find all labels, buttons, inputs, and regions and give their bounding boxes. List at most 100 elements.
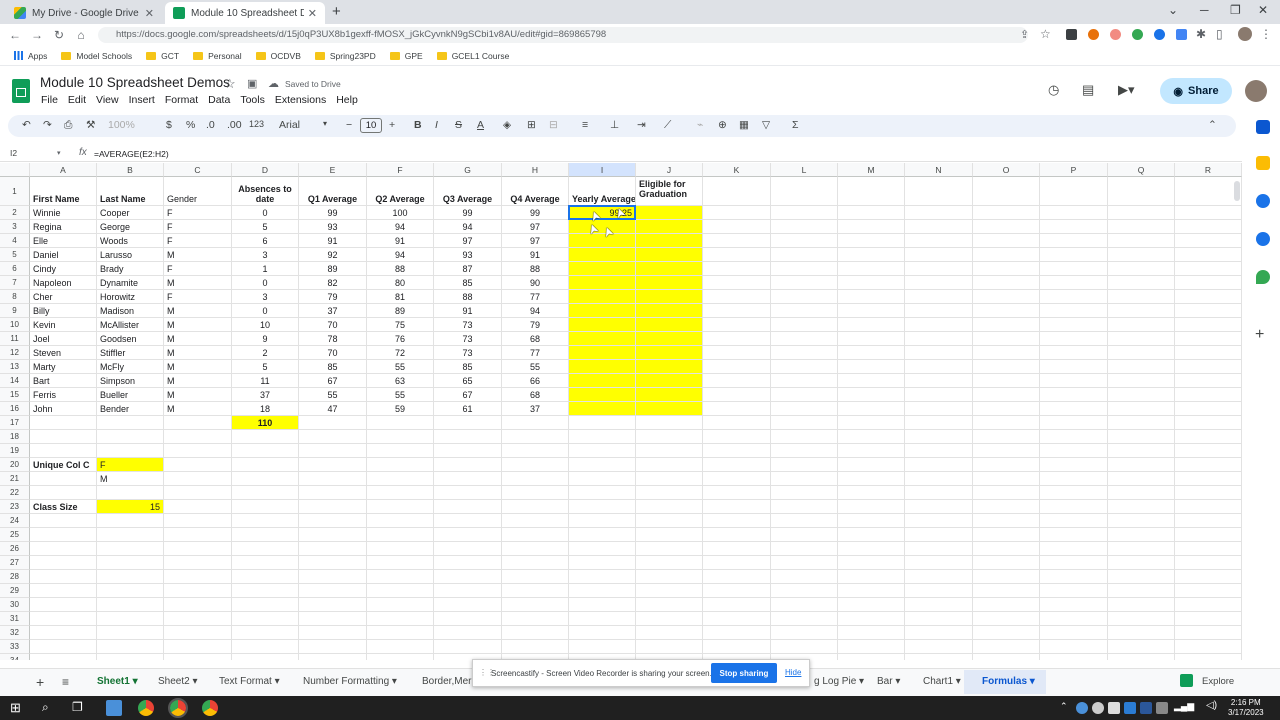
eligible-cell[interactable]: [636, 234, 703, 248]
sheet-tab-active[interactable]: Formulas ▾: [982, 676, 1035, 687]
grid-cell[interactable]: [1175, 654, 1242, 660]
grid-cell[interactable]: [771, 500, 838, 514]
tray-icon[interactable]: [1124, 702, 1136, 714]
bookmark-folder[interactable]: OCDVB: [255, 51, 301, 61]
grid-cell[interactable]: [232, 486, 299, 500]
row-header[interactable]: 33: [0, 640, 30, 654]
data-cell[interactable]: Dynamite: [97, 276, 164, 290]
column-header[interactable]: N: [905, 163, 973, 177]
data-cell[interactable]: Cooper: [97, 206, 164, 220]
data-cell[interactable]: 91: [299, 234, 367, 248]
column-header[interactable]: L: [771, 163, 838, 177]
grid-cell[interactable]: [838, 248, 905, 262]
grid-cell[interactable]: [905, 458, 973, 472]
task-view-icon[interactable]: ❐: [72, 700, 83, 714]
grid-cell[interactable]: [771, 514, 838, 528]
grid-cell[interactable]: [905, 416, 973, 430]
grid-cell[interactable]: [905, 570, 973, 584]
decrease-decimal-button[interactable]: .0: [206, 119, 215, 131]
yearly-average-cell[interactable]: [569, 262, 636, 276]
header-cell[interactable]: Last Name: [97, 177, 164, 206]
grid-cell[interactable]: [232, 598, 299, 612]
data-cell[interactable]: Daniel: [30, 248, 97, 262]
grid-cell[interactable]: [569, 612, 636, 626]
yearly-average-cell[interactable]: [569, 318, 636, 332]
sheet-tab[interactable]: Sheet1 ▾: [97, 676, 138, 687]
grid-cell[interactable]: [434, 570, 502, 584]
grid-cell[interactable]: [1175, 514, 1242, 528]
data-cell[interactable]: Bart: [30, 374, 97, 388]
data-cell[interactable]: 81: [367, 290, 434, 304]
grid-cell[interactable]: [232, 570, 299, 584]
calendar-icon[interactable]: [1256, 120, 1270, 134]
grid-cell[interactable]: [1040, 584, 1108, 598]
grid-cell[interactable]: [703, 444, 771, 458]
grid-cell[interactable]: [1040, 542, 1108, 556]
menu-format[interactable]: Format: [165, 94, 198, 106]
grid-cell[interactable]: [30, 416, 97, 430]
extension-icon[interactable]: [1088, 29, 1099, 40]
grid-cell[interactable]: [838, 402, 905, 416]
data-cell[interactable]: 94: [367, 220, 434, 234]
grid-cell[interactable]: [164, 542, 232, 556]
grid-cell[interactable]: [164, 528, 232, 542]
grid-cell[interactable]: [771, 444, 838, 458]
menu-file[interactable]: File: [41, 94, 58, 106]
grid-cell[interactable]: [838, 598, 905, 612]
grid-cell[interactable]: [434, 556, 502, 570]
show-hidden-icons-icon[interactable]: ⌃: [1060, 701, 1068, 712]
more-menu-icon[interactable]: ⋮: [1260, 27, 1272, 41]
grid-cell[interactable]: [97, 570, 164, 584]
header-cell[interactable]: Gender: [164, 177, 232, 206]
grid-cell[interactable]: [636, 542, 703, 556]
grid-cell[interactable]: [771, 220, 838, 234]
grid-cell[interactable]: [636, 486, 703, 500]
grid-cell[interactable]: [1040, 612, 1108, 626]
grid-cell[interactable]: [703, 500, 771, 514]
data-cell[interactable]: 88: [434, 290, 502, 304]
grid-cell[interactable]: [232, 472, 299, 486]
grid-cell[interactable]: [30, 444, 97, 458]
grid-cell[interactable]: [1175, 556, 1242, 570]
eligible-cell[interactable]: [636, 276, 703, 290]
strikethrough-button[interactable]: S: [455, 119, 462, 131]
data-cell[interactable]: 78: [299, 332, 367, 346]
close-tab-icon[interactable]: ✕: [145, 7, 154, 20]
grid-cell[interactable]: [502, 416, 569, 430]
sidebar-icon[interactable]: ▯: [1216, 27, 1223, 41]
column-header[interactable]: G: [434, 163, 502, 177]
row-header[interactable]: 14: [0, 374, 30, 388]
grid-cell[interactable]: [703, 528, 771, 542]
grid-cell[interactable]: [299, 584, 367, 598]
home-icon[interactable]: ⌂: [70, 28, 92, 42]
document-title[interactable]: Module 10 Spreadsheet Demos: [40, 75, 230, 90]
grid-cell[interactable]: [636, 640, 703, 654]
grid-cell[interactable]: [838, 570, 905, 584]
maps-icon[interactable]: [1256, 270, 1270, 284]
grid-cell[interactable]: [905, 332, 973, 346]
grid-cell[interactable]: [838, 262, 905, 276]
grid-cell[interactable]: [703, 332, 771, 346]
bookmark-star-icon[interactable]: ☆: [1040, 27, 1051, 41]
grid-cell[interactable]: [905, 248, 973, 262]
sheet-tab[interactable]: Text Format ▾: [219, 676, 280, 687]
data-cell[interactable]: Steven: [30, 346, 97, 360]
data-cell[interactable]: 3: [232, 290, 299, 304]
tray-icon[interactable]: [1108, 702, 1120, 714]
grid-cell[interactable]: [569, 542, 636, 556]
header-cell[interactable]: Absences to date: [232, 177, 299, 206]
grid-cell[interactable]: [232, 528, 299, 542]
decrease-font-icon[interactable]: −: [346, 119, 352, 131]
extension-icon[interactable]: [1110, 29, 1121, 40]
data-cell[interactable]: 37: [502, 402, 569, 416]
grid-cell[interactable]: [1040, 444, 1108, 458]
grid-cell[interactable]: [905, 500, 973, 514]
grid-cell[interactable]: [905, 374, 973, 388]
borders-icon[interactable]: ⊞: [527, 119, 536, 131]
grid-cell[interactable]: [569, 430, 636, 444]
grid-cell[interactable]: [30, 598, 97, 612]
grid-cell[interactable]: [164, 570, 232, 584]
data-cell[interactable]: 73: [434, 332, 502, 346]
grid-cell[interactable]: [905, 472, 973, 486]
row-header[interactable]: 15: [0, 388, 30, 402]
